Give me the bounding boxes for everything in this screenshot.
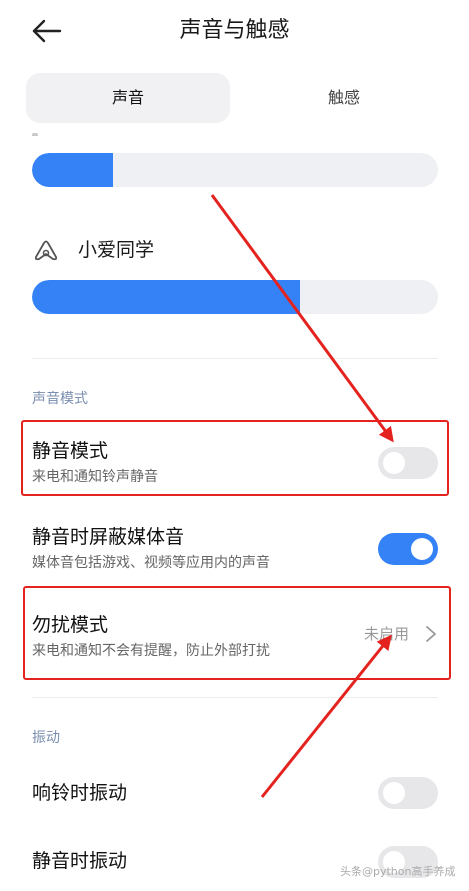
mute-media-title: 静音时屏蔽媒体音 [32, 526, 185, 548]
watermark: 头条@python高手养成 [340, 865, 456, 878]
annotation-arrow-down [210, 194, 394, 443]
header: 声音与触感 [0, 0, 469, 62]
page-title: 声音与触感 [179, 18, 290, 43]
tab-haptics[interactable]: 触感 [242, 73, 446, 123]
section-header-sound-mode: 声音模式 [32, 391, 88, 407]
toggle-knob [411, 538, 433, 560]
ring-vibrate-toggle[interactable] [378, 777, 438, 809]
mute-media-desc: 媒体音包括游戏、视频等应用内的声音 [32, 555, 270, 571]
annotation-highlight-dnd [23, 586, 451, 680]
setting-mute-media[interactable]: 静音时屏蔽媒体音 媒体音包括游戏、视频等应用内的声音 [0, 510, 469, 580]
xiaoai-volume-slider[interactable] [32, 280, 438, 314]
divider [32, 697, 438, 698]
toggle-knob [383, 782, 405, 804]
divider [32, 358, 438, 359]
xiaoai-volume-fill [32, 280, 300, 314]
silent-vibrate-title: 静音时振动 [32, 850, 128, 872]
clipped-row-remnant [32, 124, 132, 136]
section-header-vibration: 振动 [32, 730, 60, 746]
mute-media-toggle[interactable] [378, 533, 438, 565]
ring-vibrate-title: 响铃时振动 [32, 782, 128, 804]
tab-bar: 声音 触感 [26, 73, 446, 123]
xiaoai-icon [34, 240, 58, 261]
xiaoai-volume-label: 小爱同学 [78, 239, 155, 261]
tab-sound[interactable]: 声音 [26, 73, 230, 123]
media-volume-fill [32, 153, 114, 187]
media-volume-slider[interactable] [32, 153, 438, 187]
annotation-highlight-silent-mode [21, 420, 449, 496]
setting-ring-vibrate[interactable]: 响铃时振动 [0, 764, 469, 824]
